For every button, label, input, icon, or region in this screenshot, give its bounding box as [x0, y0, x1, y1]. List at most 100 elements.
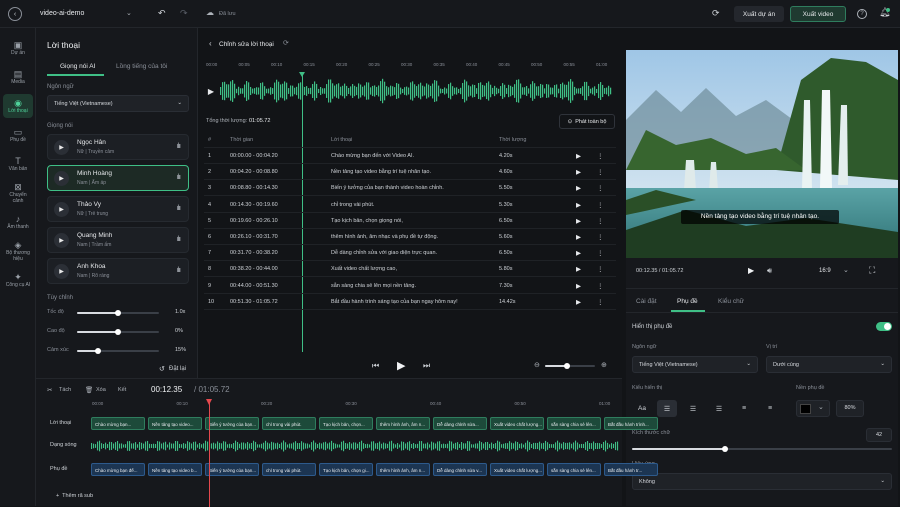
zoom-in-icon[interactable]: ⊕ — [601, 361, 607, 369]
voice-clip[interactable]: sẵn sàng chia sẻ lên... — [547, 417, 601, 430]
tab-font-style[interactable]: Kiểu chữ — [718, 298, 744, 305]
rail-item-folder[interactable]: ▣ Dự án — [3, 36, 33, 60]
row-more-icon[interactable]: ⋮ — [597, 168, 604, 176]
rail-item-music[interactable]: ♪ Âm thanh — [3, 210, 33, 234]
voice-card[interactable]: ▶ Quang Minh Nam | Trầm ấm ılıı — [47, 227, 189, 253]
row-play-icon[interactable]: ▶ — [576, 265, 581, 273]
rail-item-text[interactable]: T Văn bản — [3, 152, 33, 176]
adjust-slider-knob[interactable] — [115, 329, 121, 335]
adjust-slider-knob[interactable] — [94, 348, 101, 354]
voice-play-icon[interactable]: ▶ — [54, 202, 69, 217]
subtitle-clip[interactable]: Tạo kịch bản, chọn gi... — [319, 463, 373, 476]
project-name[interactable]: video-ai-demo — [40, 10, 84, 17]
table-row[interactable]: 6 00:26.10 - 00:31.70 thêm hình ảnh, âm nh… — [204, 229, 616, 245]
row-play-icon[interactable]: ▶ — [576, 152, 581, 160]
voice-clip[interactable]: chỉ trong vài phút. — [262, 417, 316, 430]
fullscreen-icon[interactable]: ⛶ — [869, 265, 875, 276]
subtitle-clip[interactable]: sẵn sàng chia sẻ lên... — [547, 463, 601, 476]
tab-my-voice[interactable]: Lồng tiếng của tôi — [116, 63, 167, 70]
play-icon[interactable]: ▶ — [397, 359, 405, 372]
rail-item-brand[interactable]: ◈ Bộ thương hiệu — [3, 239, 33, 263]
reset-icon[interactable]: ↺ — [159, 365, 165, 373]
table-row[interactable]: 7 00:31.70 - 00:38.20 Dễ dàng chỉnh sửa vớ… — [204, 245, 616, 262]
tab-settings[interactable]: Cài đặt — [636, 298, 657, 305]
voice-card[interactable]: ▶ Anh Khoa Nam | Rõ ràng ılıı — [47, 258, 189, 284]
split-button[interactable]: Tách — [59, 387, 71, 393]
bg-color-swatch[interactable]: ⌄ — [796, 400, 830, 417]
zoom-out-icon[interactable]: ⊖ — [534, 361, 540, 369]
show-subtitle-toggle[interactable] — [876, 322, 892, 331]
table-row[interactable]: 1 00:00.00 - 00:04.20 Chào mừng bạn đến vớ… — [204, 148, 616, 164]
table-row[interactable]: 9 00:44.00 - 00:51.30 sẵn sàng chia sẻ lên… — [204, 278, 616, 294]
font-size-field[interactable]: 42 — [866, 428, 892, 442]
effect-select[interactable]: Không ⌄ — [632, 473, 892, 490]
row-play-icon[interactable]: ▶ — [576, 249, 581, 257]
merge-button[interactable]: Kết — [118, 387, 126, 393]
skip-back-icon[interactable]: ⏮︎ — [372, 361, 379, 371]
help-icon[interactable]: ? — [857, 9, 867, 19]
subtitle-clip[interactable]: Xuất video chất lượng... — [490, 463, 544, 476]
skip-forward-icon[interactable]: ⏭︎ — [423, 361, 430, 371]
header-time[interactable]: Thời gian — [230, 137, 253, 143]
align-center-icon[interactable]: ☰ — [657, 400, 677, 417]
sync-icon[interactable]: ⟳ — [712, 8, 720, 19]
row-play-icon[interactable]: ▶ — [576, 168, 581, 176]
table-row[interactable]: 4 00:14.30 - 00:19.60 chỉ trong vài phút. 5… — [204, 197, 616, 213]
voice-clip[interactable]: Bắt đầu hành trình... — [604, 417, 658, 430]
row-play-icon[interactable]: ▶ — [576, 233, 581, 241]
voice-clip[interactable]: Nền tảng tạo video... — [148, 417, 202, 430]
subtitle-overlay[interactable]: Nền tảng tạo video bằng trí tuệ nhân tạo… — [681, 210, 839, 224]
export-video-button[interactable]: Xuất video — [790, 6, 846, 22]
voice-clip[interactable]: Tạo kịch bản, chọn... — [319, 417, 373, 430]
subtitle-clip[interactable]: Bắt đầu hành tr... — [604, 463, 658, 476]
delete-icon[interactable]: 🗑︎ — [85, 386, 93, 394]
row-more-icon[interactable]: ⋮ — [597, 233, 604, 241]
rail-item-subtitle[interactable]: ▭ Phụ đề — [3, 123, 33, 147]
voice-play-icon[interactable]: ▶ — [54, 264, 69, 279]
subtitle-clip[interactable]: Chào mừng bạn đế... — [91, 463, 145, 476]
voice-play-icon[interactable]: ▶ — [54, 140, 69, 155]
subtitle-clip[interactable]: thêm hình ảnh, âm n... — [376, 463, 430, 476]
rail-item-transition[interactable]: ⊠ Chuyển cảnh — [3, 181, 33, 205]
voice-play-icon[interactable]: ▶ — [54, 233, 69, 248]
rail-item-ai-tools[interactable]: ✦ Công cụ AI — [3, 268, 33, 292]
row-play-icon[interactable]: ▶ — [576, 298, 581, 306]
voice-card[interactable]: ▶ Minh Hoàng Nam | Ấm áp ılıı — [47, 165, 189, 191]
volume-icon[interactable]: 🔊︎ — [767, 266, 772, 276]
row-play-icon[interactable]: ▶ — [576, 201, 581, 209]
tab-ai-voice[interactable]: Giọng nói AI — [60, 63, 95, 70]
align-right-icon[interactable]: ≡ — [760, 400, 780, 417]
subtitle-clip[interactable]: Nền tảng tạo video b... — [148, 463, 202, 476]
voice-clip[interactable]: thêm hình ảnh, âm n... — [376, 417, 430, 430]
position-select[interactable]: Dưới cùng ⌄ — [766, 356, 892, 373]
reset-button[interactable]: Đặt lại — [169, 366, 186, 372]
table-row[interactable]: 5 00:19.60 - 00:26.10 Tạo kịch bản, chọn g… — [204, 213, 616, 229]
row-more-icon[interactable]: ⋮ — [597, 184, 604, 192]
add-subtitle-button[interactable]: + Thêm rã sub — [47, 489, 102, 503]
voice-clip[interactable]: Dễ dàng chỉnh sửa... — [433, 417, 487, 430]
row-play-icon[interactable]: ▶ — [576, 282, 581, 290]
row-more-icon[interactable]: ⋮ — [597, 152, 604, 160]
adjust-slider-knob[interactable] — [115, 310, 121, 316]
rail-item-media[interactable]: ▤ Media — [3, 65, 33, 89]
voice-clip[interactable]: Chào mừng bạn... — [91, 417, 145, 430]
align-justify-icon[interactable]: ☰ — [709, 400, 729, 417]
subtitle-clip[interactable]: Dễ dàng chỉnh sửa v... — [433, 463, 487, 476]
language-select[interactable]: Tiếng Việt (Vietnamese) ⌄ — [47, 95, 189, 112]
waveform-play-icon[interactable]: ▶ — [206, 85, 216, 97]
back-icon[interactable]: ‹ — [8, 7, 22, 21]
row-play-icon[interactable]: ▶ — [576, 184, 581, 192]
row-more-icon[interactable]: ⋮ — [597, 249, 604, 257]
align-middle-icon[interactable]: ☰ — [683, 400, 703, 417]
timeline-waveform[interactable] — [91, 439, 621, 453]
undo-icon[interactable]: ↶ — [158, 8, 166, 19]
export-project-button[interactable]: Xuất dự án — [734, 6, 784, 22]
subtitle-clip[interactable]: chỉ trong vài phút. — [262, 463, 316, 476]
row-more-icon[interactable]: ⋮ — [597, 201, 604, 209]
delete-button[interactable]: Xóa — [96, 387, 106, 393]
table-row[interactable]: 3 00:08.80 - 00:14.30 Biến ý tưởng của bạn… — [204, 180, 616, 197]
aspect-ratio-select[interactable]: 16:9 — [819, 268, 831, 274]
bg-opacity-field[interactable]: 80% — [836, 400, 864, 417]
rail-item-speech[interactable]: ◉ Lời thoại — [3, 94, 33, 118]
font-size-slider-knob[interactable] — [722, 446, 728, 452]
